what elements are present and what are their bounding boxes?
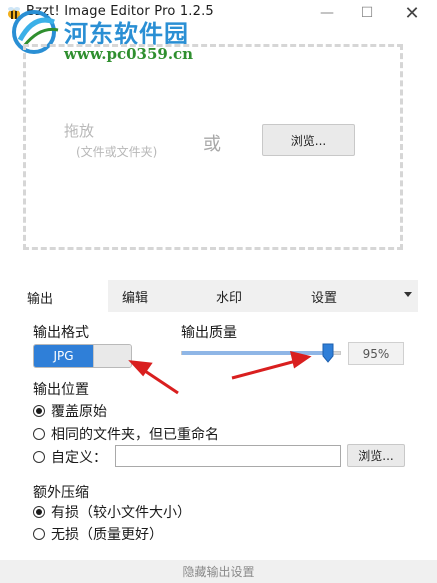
custom-browse-button[interactable]: 浏览... bbox=[347, 444, 405, 467]
format-jpg-option[interactable]: JPG bbox=[34, 345, 93, 367]
minimize-button[interactable]: — bbox=[310, 0, 344, 26]
hide-output-settings-button[interactable]: 隐藏输出设置 bbox=[0, 560, 437, 583]
tab-output[interactable]: 输出 bbox=[15, 280, 108, 314]
output-location-heading: 输出位置 bbox=[33, 382, 89, 398]
location-overwrite-option[interactable]: 覆盖原始 bbox=[33, 401, 107, 421]
radio-button[interactable] bbox=[33, 451, 45, 463]
drop-zone-label: 拖放 bbox=[64, 122, 95, 140]
quality-value-box[interactable]: 95% bbox=[348, 342, 404, 365]
tab-edit[interactable]: 编辑 bbox=[122, 280, 148, 312]
radio-button[interactable] bbox=[33, 506, 45, 518]
maximize-button[interactable]: ☐ bbox=[350, 0, 384, 26]
output-quality-heading: 输出质量 bbox=[181, 325, 237, 341]
radio-button[interactable] bbox=[33, 405, 45, 417]
close-button[interactable]: ✕ bbox=[395, 0, 429, 26]
tab-dropdown-arrow-icon[interactable] bbox=[404, 292, 412, 297]
compression-heading: 额外压缩 bbox=[33, 485, 89, 501]
compression-lossless-option[interactable]: 无损（质量更好） bbox=[33, 524, 163, 544]
quality-slider-fill bbox=[182, 351, 332, 355]
output-format-toggle[interactable]: JPG bbox=[33, 344, 132, 368]
radio-label: 自定义： bbox=[51, 450, 107, 466]
radio-label: 有损（较小文件大小） bbox=[51, 505, 191, 521]
tab-watermark[interactable]: 水印 bbox=[216, 280, 242, 312]
tab-settings[interactable]: 设置 bbox=[311, 280, 337, 312]
radio-button[interactable] bbox=[33, 428, 45, 440]
format-other-option[interactable] bbox=[93, 345, 131, 367]
compression-lossy-option[interactable]: 有损（较小文件大小） bbox=[33, 502, 191, 522]
browse-files-button[interactable]: 浏览... bbox=[262, 124, 355, 156]
quality-slider[interactable] bbox=[181, 351, 341, 355]
output-format-heading: 输出格式 bbox=[33, 325, 89, 341]
drop-zone-hint: (文件或文件夹) bbox=[76, 145, 158, 159]
location-same-folder-option[interactable]: 相同的文件夹，但已重命名 bbox=[33, 424, 219, 444]
radio-label: 覆盖原始 bbox=[51, 404, 107, 420]
radio-button[interactable] bbox=[33, 528, 45, 540]
or-label: 或 bbox=[203, 134, 221, 155]
custom-path-input[interactable] bbox=[115, 445, 341, 467]
tab-bar: 输出 编辑 水印 设置 bbox=[15, 280, 418, 314]
quality-slider-thumb[interactable] bbox=[322, 343, 334, 363]
radio-label: 无损（质量更好） bbox=[51, 527, 163, 543]
location-custom-option[interactable]: 自定义： bbox=[33, 447, 107, 467]
radio-label: 相同的文件夹，但已重命名 bbox=[51, 427, 219, 443]
